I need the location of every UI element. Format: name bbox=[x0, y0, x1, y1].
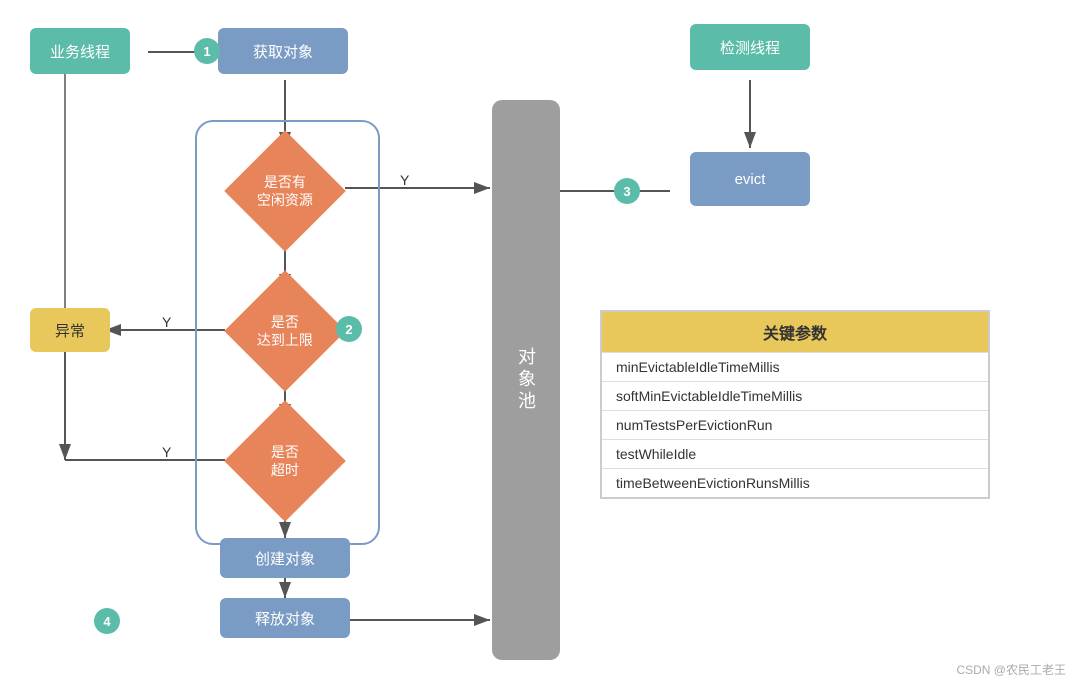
exception-node: 异常 bbox=[30, 308, 110, 352]
y-label-3: Y bbox=[162, 444, 171, 460]
params-row-5: timeBetweenEvictionRunsMillis bbox=[602, 468, 988, 497]
badge-4: 4 bbox=[94, 608, 120, 634]
params-table: 关键参数 minEvictableIdleTimeMillis softMinE… bbox=[600, 310, 990, 499]
object-pool-node: 对象池 bbox=[492, 100, 560, 660]
get-object-node: 获取对象 bbox=[218, 28, 348, 74]
evict-node: evict bbox=[690, 152, 810, 206]
badge-1: 1 bbox=[194, 38, 220, 64]
params-row-1: minEvictableIdleTimeMillis bbox=[602, 352, 988, 381]
params-row-3: numTestsPerEvictionRun bbox=[602, 410, 988, 439]
params-row-4: testWhileIdle bbox=[602, 439, 988, 468]
release-object-node: 释放对象 bbox=[220, 598, 350, 638]
check-limit-node: 是否 达到上限 bbox=[224, 270, 346, 392]
check-idle-node: 是否有 空闲资源 bbox=[224, 130, 346, 252]
watermark: CSDN @农民工老王 bbox=[956, 661, 1066, 678]
badge-3: 3 bbox=[614, 178, 640, 204]
create-object-node: 创建对象 bbox=[220, 538, 350, 578]
params-header: 关键参数 bbox=[602, 312, 988, 352]
diagram-container: 业务线程 获取对象 是否有 空闲资源 是否 达到上限 是否 超时 创建对象 释放… bbox=[0, 0, 1080, 688]
badge-2: 2 bbox=[336, 316, 362, 342]
y-label-2: Y bbox=[162, 314, 171, 330]
y-label-1: Y bbox=[400, 172, 409, 188]
params-row-2: softMinEvictableIdleTimeMillis bbox=[602, 381, 988, 410]
check-timeout-node: 是否 超时 bbox=[224, 400, 346, 522]
business-thread-node: 业务线程 bbox=[30, 28, 130, 74]
detect-thread-node: 检测线程 bbox=[690, 24, 810, 70]
